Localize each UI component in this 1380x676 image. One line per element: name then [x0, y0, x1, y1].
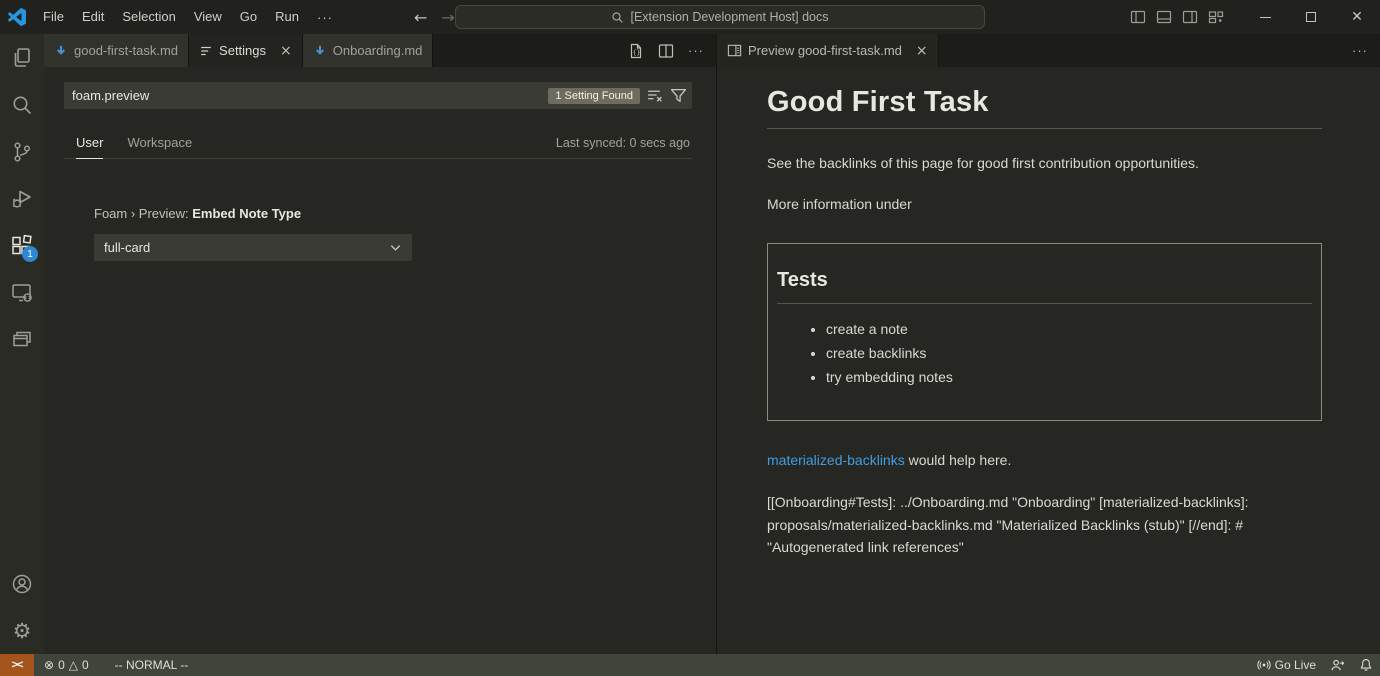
tab-good-first-task[interactable]: good-first-task.md [44, 34, 189, 67]
svg-text:{}: {} [633, 48, 641, 56]
menu-file[interactable]: File [34, 6, 73, 28]
tab-close-icon[interactable]: × [916, 43, 928, 59]
menu-go[interactable]: Go [231, 6, 266, 28]
nav-forward-icon[interactable]: → [441, 8, 454, 27]
customize-layout-icon[interactable] [1208, 9, 1224, 25]
embedded-note-card: Tests create a note create backlinks try… [767, 243, 1322, 421]
materialized-backlinks-link[interactable]: materialized-backlinks [767, 452, 905, 468]
tab-onboarding[interactable]: Onboarding.md [303, 34, 434, 67]
preview-title: Good First Task [767, 86, 1322, 129]
activity-bar: 1 ⚙ [0, 34, 44, 654]
menu-view[interactable]: View [185, 6, 231, 28]
tab-label: Settings [219, 43, 266, 58]
errors-icon: ⊗ [44, 658, 54, 672]
editor-group-preview: Preview good-first-task.md × ··· Good Fi… [716, 34, 1380, 654]
tab-settings[interactable]: Settings × [189, 34, 303, 67]
scope-tab-user[interactable]: User [76, 135, 103, 150]
tab-bar-left: good-first-task.md Settings × Onboarding… [44, 34, 716, 67]
list-item: create backlinks [826, 345, 1312, 361]
problems-indicator[interactable]: ⊗ 0 △ 0 [38, 654, 95, 676]
tab-label: Onboarding.md [333, 43, 423, 58]
broadcast-icon [1257, 658, 1271, 672]
window-maximize-button[interactable] [1288, 0, 1334, 34]
settings-list-icon [199, 44, 213, 58]
tab-label: good-first-task.md [74, 43, 178, 58]
menu-edit[interactable]: Edit [73, 6, 113, 28]
preview-paragraph: materialized-backlinks would help here. [767, 452, 1322, 468]
go-live-button[interactable]: Go Live [1250, 654, 1323, 676]
warnings-count: 0 [82, 658, 89, 672]
window-minimize-button[interactable] [1242, 0, 1288, 34]
explorer-icon[interactable] [0, 34, 44, 81]
embed-heading: Tests [777, 269, 1312, 304]
preview-paragraph: See the backlinks of this page for good … [767, 155, 1322, 171]
markdown-file-icon [313, 44, 327, 58]
extensions-badge: 1 [22, 246, 38, 262]
split-editor-icon[interactable] [658, 43, 674, 59]
menu-selection[interactable]: Selection [113, 6, 184, 28]
tab-bar-right: Preview good-first-task.md × ··· [717, 34, 1380, 67]
settings-search-input[interactable]: foam.preview 1 Setting Found [64, 82, 692, 109]
setting-label: Foam › Preview: Embed Note Type [94, 206, 412, 221]
window-title: [Extension Development Host] docs [630, 10, 828, 24]
menu-run[interactable]: Run [266, 6, 308, 28]
notifications-bell-icon[interactable] [1352, 654, 1380, 676]
extensions-icon[interactable]: 1 [0, 222, 44, 269]
window-close-button[interactable]: ✕ [1334, 0, 1380, 34]
link-references-text: [[Onboarding#Tests]: ../Onboarding.md "O… [767, 491, 1322, 559]
remote-indicator[interactable]: >< [0, 654, 34, 676]
tab-close-icon[interactable]: × [280, 43, 292, 59]
search-icon [611, 11, 624, 24]
nav-back-icon[interactable]: ← [414, 8, 427, 27]
errors-count: 0 [58, 658, 65, 672]
run-debug-icon[interactable] [0, 175, 44, 222]
toggle-secondary-sidebar-icon[interactable] [1182, 9, 1198, 25]
markdown-preview-icon [727, 43, 742, 58]
manage-gear-icon[interactable]: ⚙ [0, 607, 44, 654]
toggle-sidebar-icon[interactable] [1130, 9, 1146, 25]
remote-explorer-icon[interactable] [0, 269, 44, 316]
markdown-preview-content: Good First Task See the backlinks of thi… [717, 67, 1380, 654]
command-center-search[interactable]: [Extension Development Host] docs [455, 5, 985, 29]
toggle-panel-icon[interactable] [1156, 9, 1172, 25]
settings-editor: foam.preview 1 Setting Found User Worksp… [44, 67, 716, 654]
markdown-file-icon [54, 44, 68, 58]
open-settings-json-icon[interactable]: {} [628, 43, 644, 59]
vim-mode-indicator: -- NORMAL -- [109, 654, 195, 676]
title-bar: File Edit Selection View Go Run ··· ← → … [0, 0, 1380, 34]
search-icon[interactable] [0, 81, 44, 128]
clear-filters-icon[interactable] [646, 87, 663, 104]
tab-preview[interactable]: Preview good-first-task.md × [717, 34, 939, 67]
status-bar: >< ⊗ 0 △ 0 -- NORMAL -- Go Live [0, 654, 1380, 676]
embed-bullet-list: create a note create backlinks try embed… [777, 321, 1312, 385]
setting-row-embed-note-type: Foam › Preview: Embed Note Type full-car… [94, 206, 412, 261]
menu-overflow-icon[interactable]: ··· [308, 10, 342, 25]
filter-funnel-icon[interactable] [670, 87, 687, 104]
scope-tab-workspace[interactable]: Workspace [127, 135, 192, 150]
sync-status: Last synced: 0 secs ago [556, 136, 692, 150]
warnings-icon: △ [69, 658, 78, 672]
vscode-logo-icon [0, 8, 34, 26]
settings-scope-tabs: User Workspace Last synced: 0 secs ago [64, 123, 692, 159]
embed-note-type-select[interactable]: full-card [94, 234, 412, 261]
more-actions-icon[interactable]: ··· [1352, 43, 1368, 58]
more-actions-icon[interactable]: ··· [688, 43, 704, 58]
settings-search-value: foam.preview [72, 88, 548, 103]
editor-group-settings: good-first-task.md Settings × Onboarding… [44, 34, 716, 654]
settings-result-count: 1 Setting Found [548, 88, 640, 104]
preview-paragraph: More information under [767, 196, 1322, 212]
accounts-icon[interactable] [0, 560, 44, 607]
list-item: create a note [826, 321, 1312, 337]
list-item: try embedding notes [826, 369, 1312, 385]
editor-windows-icon[interactable] [0, 316, 44, 363]
chevron-down-icon [388, 240, 403, 255]
feedback-person-icon[interactable] [1323, 654, 1352, 676]
select-value: full-card [104, 240, 150, 255]
tab-label: Preview good-first-task.md [748, 43, 902, 58]
source-control-icon[interactable] [0, 128, 44, 175]
